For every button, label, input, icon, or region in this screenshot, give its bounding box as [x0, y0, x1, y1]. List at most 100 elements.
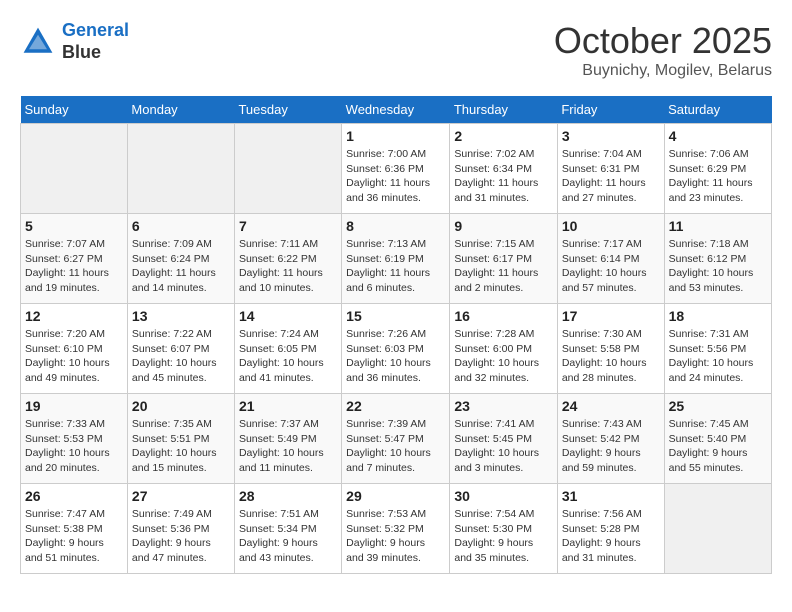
day-cell: 11 Sunrise: 7:18 AM Sunset: 6:12 PM Dayli…: [664, 214, 771, 304]
day-info: Sunrise: 7:02 AM Sunset: 6:34 PM Dayligh…: [454, 147, 552, 206]
day-info: Sunrise: 7:49 AM Sunset: 5:36 PM Dayligh…: [132, 507, 230, 566]
page-header: General Blue October 2025 Buynichy, Mogi…: [20, 20, 772, 80]
day-info: Sunrise: 7:22 AM Sunset: 6:07 PM Dayligh…: [132, 327, 230, 386]
day-number: 31: [562, 488, 660, 504]
logo-line2: Blue: [62, 42, 129, 64]
weekday-header-row: SundayMondayTuesdayWednesdayThursdayFrid…: [21, 96, 772, 124]
week-row-2: 5 Sunrise: 7:07 AM Sunset: 6:27 PM Daylig…: [21, 214, 772, 304]
week-row-4: 19 Sunrise: 7:33 AM Sunset: 5:53 PM Dayli…: [21, 394, 772, 484]
day-number: 4: [669, 128, 767, 144]
day-cell: 28 Sunrise: 7:51 AM Sunset: 5:34 PM Dayli…: [234, 484, 341, 574]
day-number: 20: [132, 398, 230, 414]
day-number: 12: [25, 308, 123, 324]
day-number: 28: [239, 488, 337, 504]
day-cell: 23Sunrise: 7:41 AM Sunset: 5:45 PM Dayli…: [450, 394, 557, 484]
day-cell: 27 Sunrise: 7:49 AM Sunset: 5:36 PM Dayli…: [127, 484, 234, 574]
day-number: 15: [346, 308, 445, 324]
week-row-5: 26Sunrise: 7:47 AM Sunset: 5:38 PM Dayli…: [21, 484, 772, 574]
weekday-header-friday: Friday: [557, 96, 664, 124]
day-cell: 10 Sunrise: 7:17 AM Sunset: 6:14 PM Dayli…: [557, 214, 664, 304]
day-cell: 16Sunrise: 7:28 AM Sunset: 6:00 PM Dayli…: [450, 304, 557, 394]
day-info: Sunrise: 7:33 AM Sunset: 5:53 PM Dayligh…: [25, 417, 123, 476]
day-number: 17: [562, 308, 660, 324]
month-title: October 2025: [554, 20, 772, 62]
day-cell: 25Sunrise: 7:45 AM Sunset: 5:40 PM Dayli…: [664, 394, 771, 484]
day-number: 3: [562, 128, 660, 144]
day-info: Sunrise: 7:37 AM Sunset: 5:49 PM Dayligh…: [239, 417, 337, 476]
day-number: 11: [669, 218, 767, 234]
day-cell: [664, 484, 771, 574]
day-info: Sunrise: 7:17 AM Sunset: 6:14 PM Dayligh…: [562, 237, 660, 296]
weekday-header-sunday: Sunday: [21, 96, 128, 124]
day-cell: 2Sunrise: 7:02 AM Sunset: 6:34 PM Daylig…: [450, 124, 557, 214]
day-info: Sunrise: 7:54 AM Sunset: 5:30 PM Dayligh…: [454, 507, 552, 566]
day-number: 29: [346, 488, 445, 504]
day-cell: 13 Sunrise: 7:22 AM Sunset: 6:07 PM Dayli…: [127, 304, 234, 394]
day-info: Sunrise: 7:06 AM Sunset: 6:29 PM Dayligh…: [669, 147, 767, 206]
day-info: Sunrise: 7:13 AM Sunset: 6:19 PM Dayligh…: [346, 237, 445, 296]
day-cell: 3 Sunrise: 7:04 AM Sunset: 6:31 PM Daylig…: [557, 124, 664, 214]
day-cell: 4 Sunrise: 7:06 AM Sunset: 6:29 PM Daylig…: [664, 124, 771, 214]
day-cell: 30Sunrise: 7:54 AM Sunset: 5:30 PM Dayli…: [450, 484, 557, 574]
day-cell: [127, 124, 234, 214]
day-cell: 14 Sunrise: 7:24 AM Sunset: 6:05 PM Dayli…: [234, 304, 341, 394]
logo: General Blue: [20, 20, 129, 63]
day-number: 22: [346, 398, 445, 414]
logo-icon: [20, 24, 56, 60]
day-number: 26: [25, 488, 123, 504]
day-info: Sunrise: 7:18 AM Sunset: 6:12 PM Dayligh…: [669, 237, 767, 296]
day-info: Sunrise: 7:30 AM Sunset: 5:58 PM Dayligh…: [562, 327, 660, 386]
day-cell: [21, 124, 128, 214]
day-number: 13: [132, 308, 230, 324]
day-info: Sunrise: 7:56 AM Sunset: 5:28 PM Dayligh…: [562, 507, 660, 566]
day-number: 21: [239, 398, 337, 414]
week-row-1: 1 Sunrise: 7:00 AM Sunset: 6:36 PM Daylig…: [21, 124, 772, 214]
day-number: 25: [669, 398, 767, 414]
day-info: Sunrise: 7:07 AM Sunset: 6:27 PM Dayligh…: [25, 237, 123, 296]
day-number: 27: [132, 488, 230, 504]
day-info: Sunrise: 7:09 AM Sunset: 6:24 PM Dayligh…: [132, 237, 230, 296]
day-cell: 19 Sunrise: 7:33 AM Sunset: 5:53 PM Dayli…: [21, 394, 128, 484]
weekday-header-wednesday: Wednesday: [342, 96, 450, 124]
title-block: October 2025 Buynichy, Mogilev, Belarus: [554, 20, 772, 80]
day-info: Sunrise: 7:24 AM Sunset: 6:05 PM Dayligh…: [239, 327, 337, 386]
day-info: Sunrise: 7:26 AM Sunset: 6:03 PM Dayligh…: [346, 327, 445, 386]
day-cell: 29 Sunrise: 7:53 AM Sunset: 5:32 PM Dayli…: [342, 484, 450, 574]
day-cell: 5 Sunrise: 7:07 AM Sunset: 6:27 PM Daylig…: [21, 214, 128, 304]
day-number: 1: [346, 128, 445, 144]
day-info: Sunrise: 7:20 AM Sunset: 6:10 PM Dayligh…: [25, 327, 123, 386]
day-info: Sunrise: 7:31 AM Sunset: 5:56 PM Dayligh…: [669, 327, 767, 386]
day-number: 23: [454, 398, 552, 414]
day-cell: 15 Sunrise: 7:26 AM Sunset: 6:03 PM Dayli…: [342, 304, 450, 394]
day-number: 24: [562, 398, 660, 414]
day-number: 5: [25, 218, 123, 234]
day-info: Sunrise: 7:15 AM Sunset: 6:17 PM Dayligh…: [454, 237, 552, 296]
calendar-table: SundayMondayTuesdayWednesdayThursdayFrid…: [20, 96, 772, 574]
day-info: Sunrise: 7:35 AM Sunset: 5:51 PM Dayligh…: [132, 417, 230, 476]
day-number: 18: [669, 308, 767, 324]
day-info: Sunrise: 7:39 AM Sunset: 5:47 PM Dayligh…: [346, 417, 445, 476]
day-info: Sunrise: 7:00 AM Sunset: 6:36 PM Dayligh…: [346, 147, 445, 206]
day-number: 10: [562, 218, 660, 234]
day-info: Sunrise: 7:53 AM Sunset: 5:32 PM Dayligh…: [346, 507, 445, 566]
day-cell: 20 Sunrise: 7:35 AM Sunset: 5:51 PM Dayli…: [127, 394, 234, 484]
day-info: Sunrise: 7:43 AM Sunset: 5:42 PM Dayligh…: [562, 417, 660, 476]
day-number: 19: [25, 398, 123, 414]
day-cell: 12 Sunrise: 7:20 AM Sunset: 6:10 PM Dayli…: [21, 304, 128, 394]
day-info: Sunrise: 7:04 AM Sunset: 6:31 PM Dayligh…: [562, 147, 660, 206]
day-number: 7: [239, 218, 337, 234]
day-cell: 22 Sunrise: 7:39 AM Sunset: 5:47 PM Dayli…: [342, 394, 450, 484]
location-subtitle: Buynichy, Mogilev, Belarus: [554, 62, 772, 80]
week-row-3: 12 Sunrise: 7:20 AM Sunset: 6:10 PM Dayli…: [21, 304, 772, 394]
day-cell: 24 Sunrise: 7:43 AM Sunset: 5:42 PM Dayli…: [557, 394, 664, 484]
day-cell: 6Sunrise: 7:09 AM Sunset: 6:24 PM Daylig…: [127, 214, 234, 304]
day-cell: 7 Sunrise: 7:11 AM Sunset: 6:22 PM Daylig…: [234, 214, 341, 304]
day-number: 9: [454, 218, 552, 234]
day-number: 14: [239, 308, 337, 324]
day-cell: 1 Sunrise: 7:00 AM Sunset: 6:36 PM Daylig…: [342, 124, 450, 214]
day-cell: 21 Sunrise: 7:37 AM Sunset: 5:49 PM Dayli…: [234, 394, 341, 484]
day-info: Sunrise: 7:11 AM Sunset: 6:22 PM Dayligh…: [239, 237, 337, 296]
weekday-header-monday: Monday: [127, 96, 234, 124]
logo-line1: General: [62, 20, 129, 40]
day-info: Sunrise: 7:51 AM Sunset: 5:34 PM Dayligh…: [239, 507, 337, 566]
